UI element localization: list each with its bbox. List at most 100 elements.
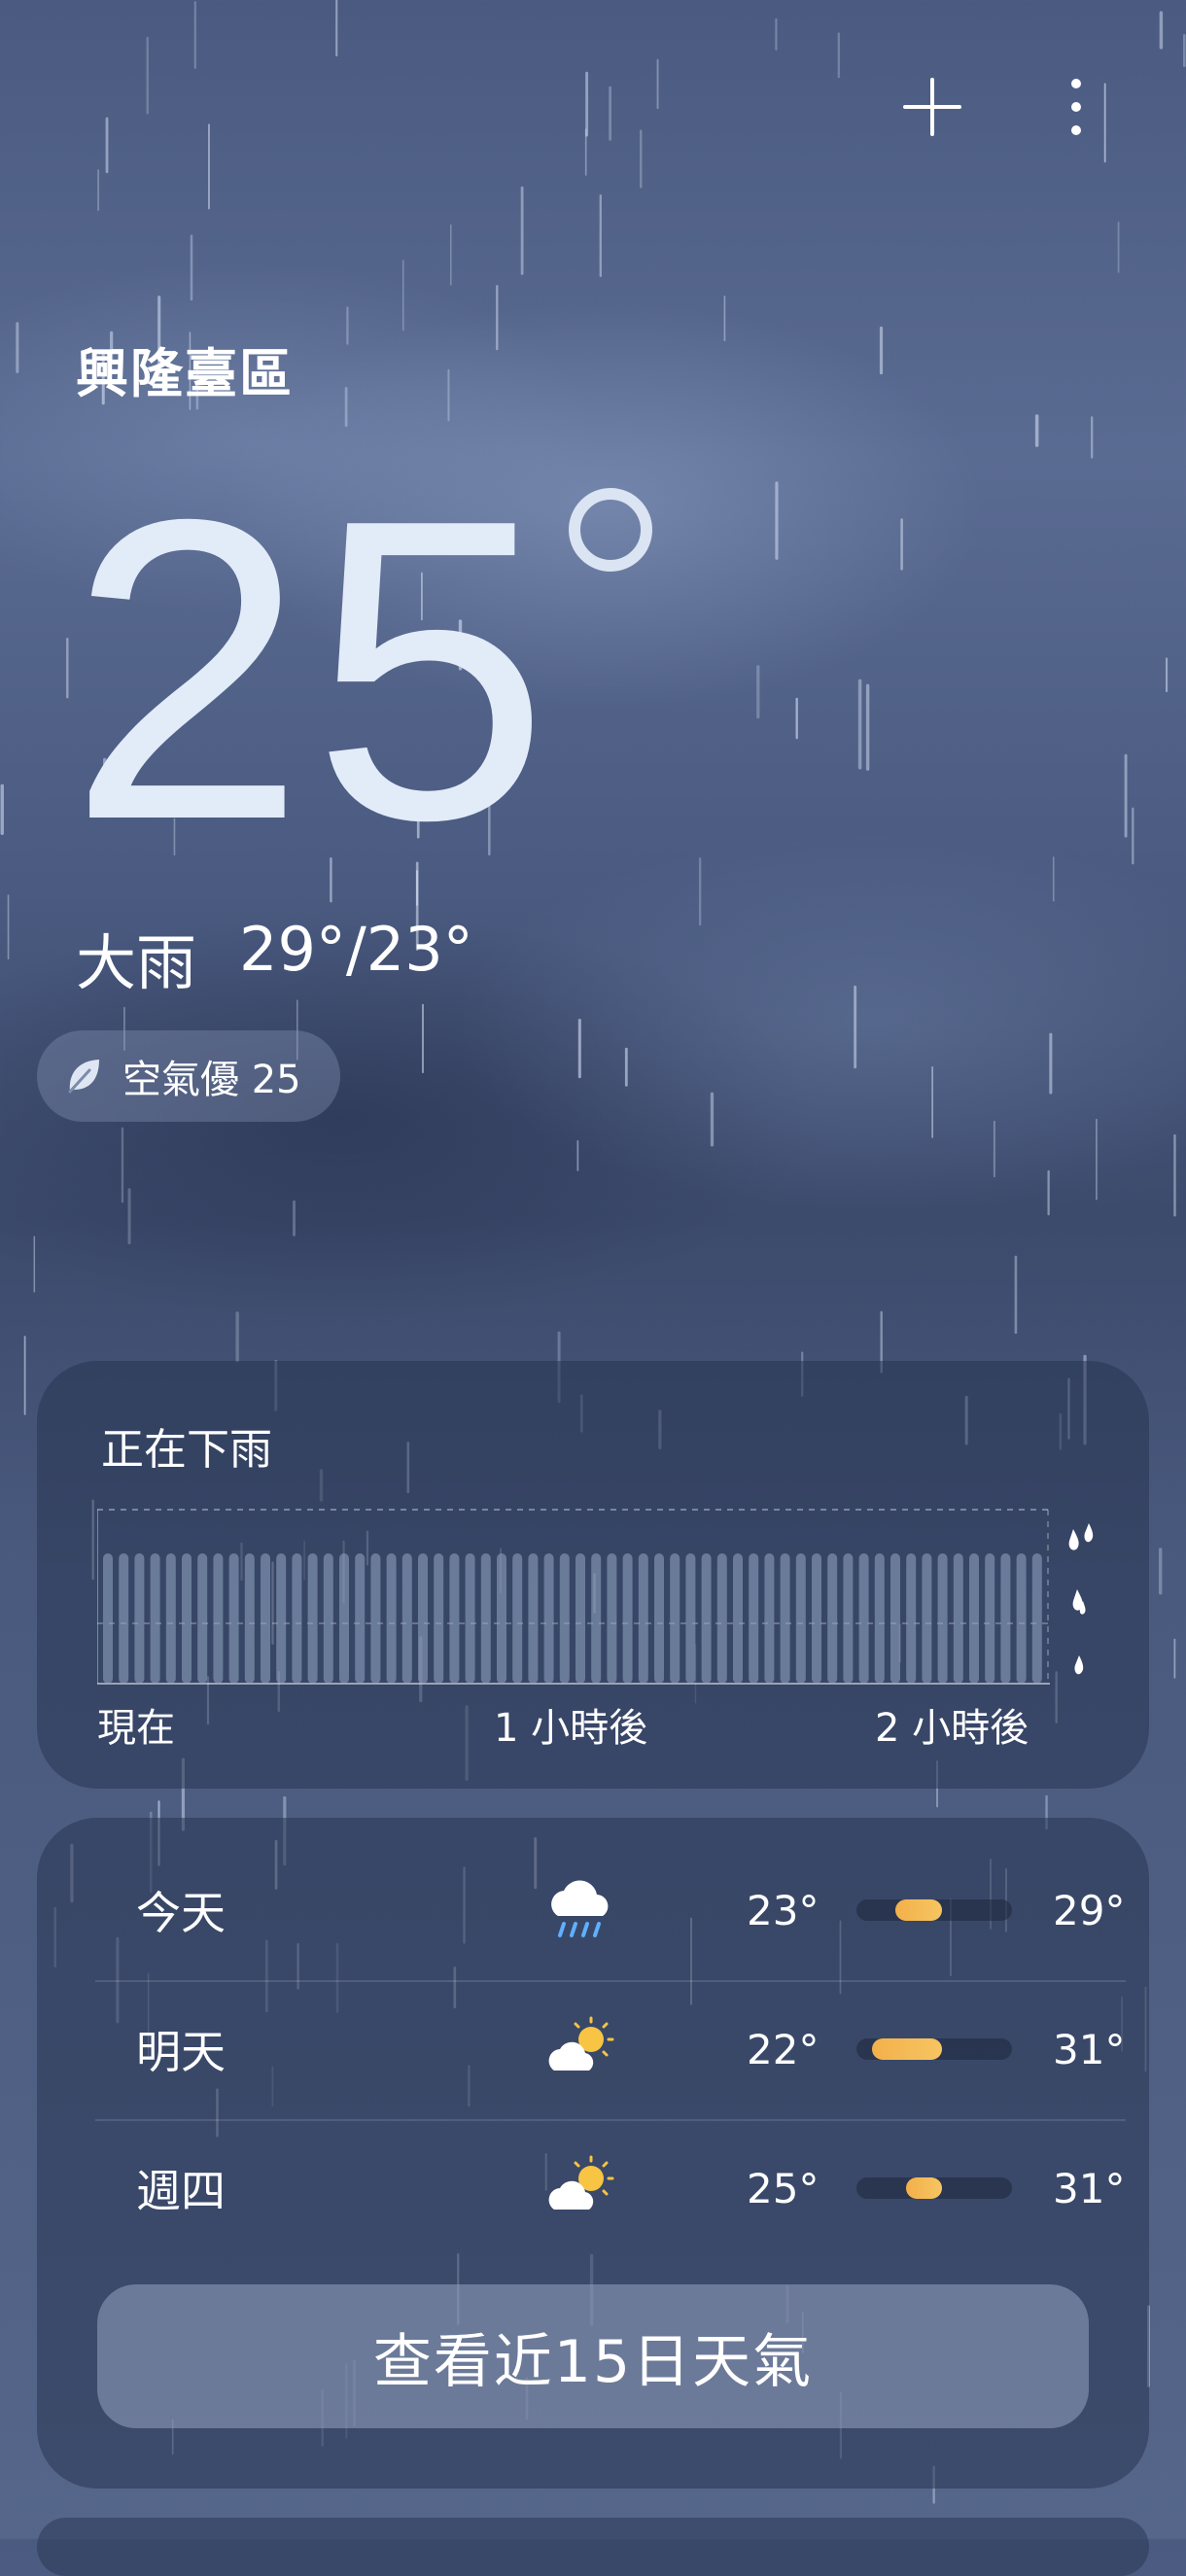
next-card-edge — [37, 2518, 1149, 2576]
precipitation-bar — [576, 1553, 585, 1684]
forecast-row-thursday[interactable]: 週四 25° 31° — [95, 2120, 1126, 2256]
forecast-day: 明天 — [136, 2026, 226, 2078]
precipitation-bar — [528, 1553, 539, 1684]
precipitation-bar — [654, 1553, 664, 1684]
precipitation-bar — [874, 1553, 885, 1684]
precipitation-bar — [591, 1553, 602, 1684]
precipitation-bar — [401, 1553, 412, 1684]
precipitation-bar — [906, 1553, 917, 1684]
forecast-day: 週四 — [136, 2165, 226, 2217]
precipitation-bar — [165, 1553, 176, 1684]
partly-cloudy-icon — [548, 2155, 614, 2210]
precipitation-bar — [969, 1553, 979, 1684]
forecast-high: 31° — [1053, 2164, 1126, 2212]
precipitation-bar — [922, 1553, 932, 1684]
precipitation-bar — [465, 1553, 475, 1684]
precipitation-bar — [182, 1553, 192, 1684]
precipitation-bar — [638, 1553, 648, 1684]
precipitation-bar — [890, 1553, 900, 1684]
precipitation-bar — [418, 1553, 428, 1684]
precipitation-bar — [292, 1553, 302, 1684]
precipitation-bar — [670, 1553, 680, 1684]
precipitation-bar — [780, 1553, 790, 1684]
more-options-button[interactable] — [1037, 68, 1115, 146]
precipitation-bar — [1016, 1553, 1027, 1684]
precipitation-bar — [685, 1553, 696, 1684]
forecast-low: 25° — [747, 2164, 820, 2212]
heavy-rain-icon — [551, 1880, 609, 1937]
precipitation-bar — [764, 1553, 775, 1684]
precipitation-bar — [370, 1553, 381, 1684]
partly-cloudy-icon — [548, 2016, 614, 2071]
precipitation-bar — [749, 1553, 759, 1684]
precipitation-bar — [1031, 1553, 1042, 1684]
precipitation-bar — [355, 1553, 366, 1684]
precipitation-bar — [134, 1553, 145, 1684]
precipitation-bar — [307, 1553, 318, 1684]
precipitation-bar — [858, 1553, 869, 1684]
raindrops-icon — [1068, 1523, 1094, 1675]
aqi-label: 空氣優 25 — [122, 1058, 301, 1102]
chart-label-2h: 2 小時後 — [875, 1706, 1029, 1751]
temp-range-fill — [895, 1899, 942, 1921]
precipitation-bar — [103, 1553, 113, 1684]
precipitation-card[interactable]: 正在下雨 現在 1 小時後 2 小時後 — [37, 1361, 1149, 1789]
aqi-badge[interactable]: 空氣優 25 — [37, 1030, 340, 1122]
temp-range-fill — [906, 2177, 942, 2199]
temp-range-bar — [856, 2177, 1012, 2199]
precipitation-bar — [733, 1553, 743, 1684]
precipitation-bar — [339, 1553, 349, 1684]
precipitation-bar — [244, 1553, 255, 1684]
precipitation-bar — [827, 1553, 838, 1684]
precipitation-bar — [795, 1553, 806, 1684]
forecast-day: 今天 — [136, 1887, 226, 1939]
precipitation-bar — [985, 1553, 995, 1684]
precipitation-bar — [607, 1553, 617, 1684]
chart-label-1h: 1 小時後 — [494, 1706, 648, 1751]
condition-row: 大雨 29°/23° — [76, 914, 473, 1001]
forecast-high: 31° — [1053, 2025, 1126, 2073]
forecast-low: 22° — [747, 2025, 820, 2073]
precipitation-bar — [323, 1553, 333, 1684]
degree-symbol — [569, 488, 652, 572]
forecast-row-today[interactable]: 今天 23° 29° — [95, 1842, 1126, 1978]
plus-icon — [903, 78, 961, 136]
current-temperature: 25 — [68, 432, 652, 909]
precipitation-bar — [480, 1553, 491, 1684]
precipitation-bar — [843, 1553, 854, 1684]
temperature-value: 25 — [68, 432, 556, 909]
precipitation-chart — [97, 1509, 1050, 1685]
forecast-low: 23° — [747, 1886, 820, 1934]
precipitation-bar — [716, 1553, 727, 1684]
temp-range: 29°/23° — [239, 914, 473, 985]
precipitation-title: 正在下雨 — [101, 1425, 272, 1475]
precipitation-bar — [150, 1553, 160, 1684]
temp-range-bar — [856, 2038, 1012, 2060]
forecast-card: 今天 23° 29° 明天 22° 31° 週四 25° 31° 查看近15日天… — [37, 1818, 1149, 2489]
precipitation-bar — [812, 1553, 821, 1684]
precipitation-bar — [953, 1553, 963, 1684]
precipitation-bar — [937, 1553, 948, 1684]
precipitation-bar — [701, 1553, 712, 1684]
precipitation-bar — [559, 1553, 570, 1684]
condition-text: 大雨 — [76, 927, 197, 998]
forecast-high: 29° — [1053, 1886, 1126, 1934]
precipitation-bar — [512, 1553, 523, 1684]
precipitation-bar — [276, 1553, 287, 1684]
precipitation-bar — [543, 1553, 554, 1684]
chart-label-now: 現在 — [97, 1706, 175, 1751]
forecast-row-tomorrow[interactable]: 明天 22° 31° — [95, 1981, 1126, 2117]
precipitation-bar — [622, 1553, 633, 1684]
precipitation-bar — [497, 1553, 506, 1684]
precipitation-bar — [386, 1553, 397, 1684]
precipitation-bar — [213, 1553, 224, 1684]
leaf-icon — [68, 1060, 99, 1094]
more-vertical-icon — [1071, 79, 1081, 135]
location-name: 興隆臺區 — [76, 343, 294, 404]
precipitation-bar — [449, 1553, 460, 1684]
precipitation-bar — [119, 1553, 129, 1684]
view-15-day-button[interactable]: 查看近15日天氣 — [97, 2284, 1089, 2428]
temp-range-bar — [856, 1899, 1012, 1921]
add-city-button[interactable] — [893, 68, 971, 146]
temp-range-fill — [872, 2038, 942, 2060]
